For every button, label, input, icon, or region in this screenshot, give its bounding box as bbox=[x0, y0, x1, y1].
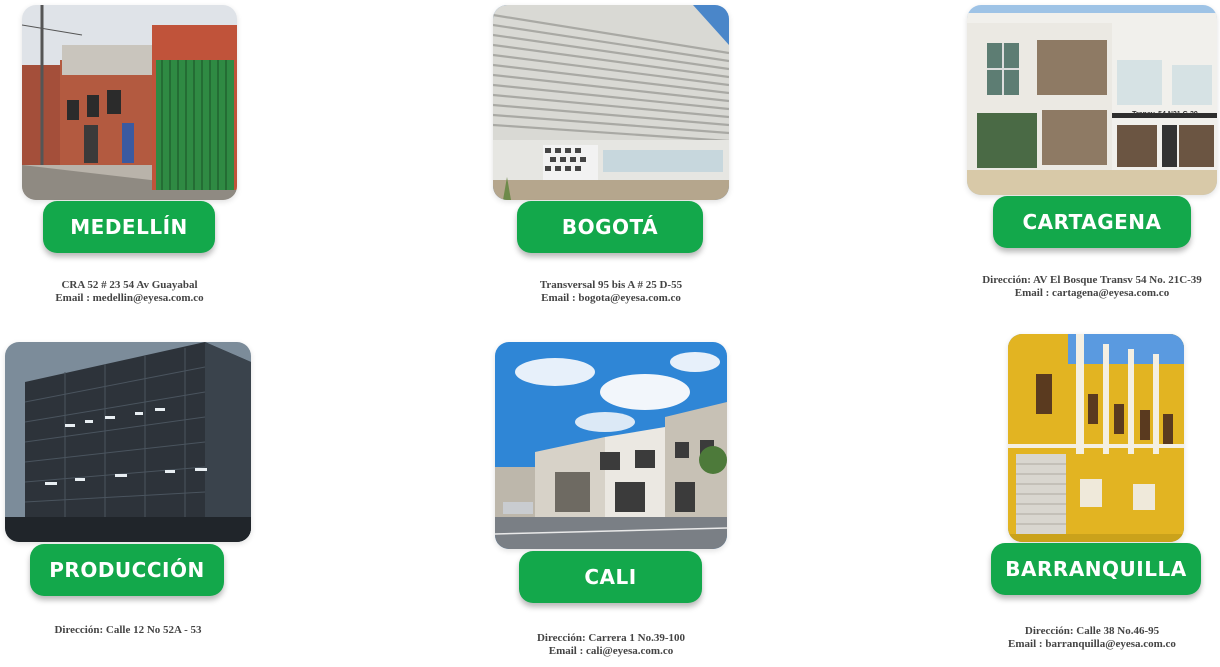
office-address: Dirección: Calle 38 No.46-95 bbox=[1024, 625, 1160, 637]
office-email: Email : bogota@eyesa.com.co bbox=[541, 292, 681, 304]
office-button-cartagena[interactable]: CARTAGENA bbox=[993, 196, 1191, 248]
office-email: Email : cartagena@eyesa.com.co bbox=[1014, 287, 1170, 299]
produccion-building-photo bbox=[5, 342, 251, 542]
cartagena-sign-text: Transv. 54 N21 C-39 bbox=[1132, 111, 1198, 118]
office-address: Dirección: AV El Bosque Transv 54 No. 21… bbox=[982, 274, 1202, 286]
office-address: Dirección: Carrera 1 No.39-100 bbox=[536, 632, 686, 644]
office-email: Email : barranquilla@eyesa.com.co bbox=[1008, 638, 1176, 650]
cartagena-building-photo: Transv. 54 N21 C-39 bbox=[967, 5, 1217, 195]
office-info-cartagena: Dirección: AV El Bosque Transv 54 No. 21… bbox=[967, 274, 1217, 300]
barranquilla-building-photo bbox=[1008, 334, 1184, 542]
cali-building-photo bbox=[495, 342, 727, 549]
bogota-building-photo bbox=[493, 5, 729, 200]
office-address: Transversal 95 bis A # 25 D-55 bbox=[539, 279, 683, 291]
offices-page: MEDELLÍN CRA 52 # 23 54 Av Guayabal Emai… bbox=[0, 0, 1220, 667]
office-info-cali: Dirección: Carrera 1 No.39-100 Email : c… bbox=[495, 632, 727, 658]
office-button-bogota[interactable]: BOGOTÁ bbox=[517, 201, 703, 253]
medellin-building-photo bbox=[22, 5, 237, 200]
office-button-medellin[interactable]: MEDELLÍN bbox=[43, 201, 215, 253]
office-info-medellin: CRA 52 # 23 54 Av Guayabal Email : medel… bbox=[22, 279, 237, 305]
office-info-barranquilla: Dirección: Calle 38 No.46-95 Email : bar… bbox=[967, 625, 1217, 651]
office-address: CRA 52 # 23 54 Av Guayabal bbox=[61, 279, 198, 291]
office-button-cali[interactable]: CALI bbox=[519, 551, 702, 603]
office-email: Email : cali@eyesa.com.co bbox=[548, 645, 674, 657]
office-button-produccion[interactable]: PRODUCCIÓN bbox=[30, 544, 224, 596]
office-email: Email : medellin@eyesa.com.co bbox=[55, 292, 204, 304]
office-address: Dirección: Calle 12 No 52A - 53 bbox=[54, 624, 202, 636]
office-info-bogota: Transversal 95 bis A # 25 D-55 Email : b… bbox=[493, 279, 729, 305]
office-info-produccion: Dirección: Calle 12 No 52A - 53 bbox=[5, 624, 251, 637]
office-button-barranquilla[interactable]: BARRANQUILLA bbox=[991, 543, 1201, 595]
